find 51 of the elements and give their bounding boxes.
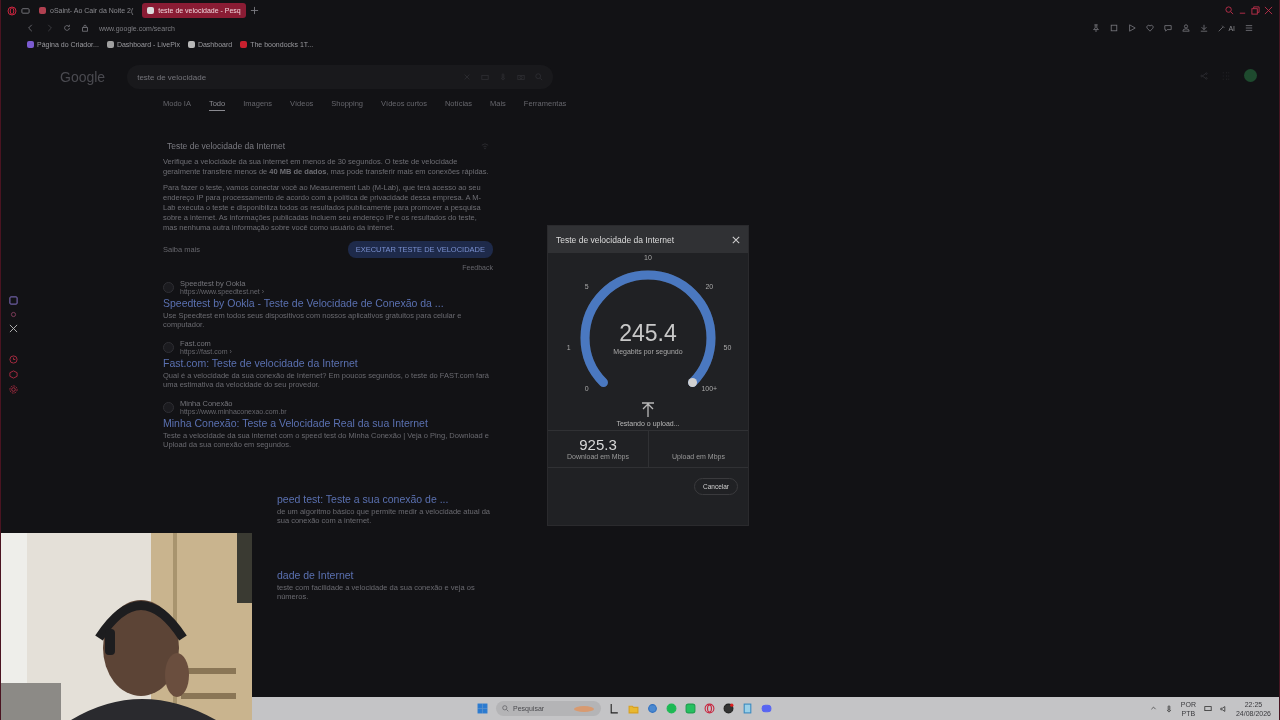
snapshot-icon[interactable] xyxy=(1110,24,1119,32)
microphone-icon[interactable] xyxy=(1164,704,1173,713)
upload-arrow-icon xyxy=(641,402,655,418)
result-title[interactable]: peed test: Teste a sua conexão de ... xyxy=(277,493,503,505)
heart-icon[interactable] xyxy=(1146,24,1155,32)
download-value: 925.3 xyxy=(579,436,617,453)
caret-icon[interactable] xyxy=(1149,705,1157,712)
wand-icon xyxy=(1218,24,1226,32)
person-icon[interactable] xyxy=(1182,24,1191,32)
result-title[interactable]: Fast.com: Teste de velocidade da Internet xyxy=(163,357,503,369)
notes-icon[interactable] xyxy=(742,703,753,714)
monitor-icon[interactable] xyxy=(1203,704,1212,713)
avatar[interactable] xyxy=(1244,69,1257,82)
menu-icon[interactable] xyxy=(1245,24,1253,32)
search-icon[interactable] xyxy=(1225,6,1234,15)
back-icon[interactable] xyxy=(27,24,35,32)
discord-icon[interactable] xyxy=(761,703,772,714)
clock-icon[interactable] xyxy=(8,355,18,364)
windows-start-icon[interactable] xyxy=(477,703,488,714)
close-icon[interactable] xyxy=(1264,6,1273,15)
whatsapp-icon[interactable] xyxy=(685,703,696,714)
app-icon[interactable] xyxy=(609,703,620,714)
result-title[interactable]: dade de Internet xyxy=(277,569,503,581)
card-title: Teste de velocidade da Internet xyxy=(167,141,286,151)
speaker-icon[interactable] xyxy=(1219,704,1228,713)
site-icon xyxy=(163,341,174,353)
gauge-knob[interactable] xyxy=(688,378,698,388)
speed-value: 245.4 xyxy=(619,320,677,347)
google-logo: Google xyxy=(60,69,106,85)
site-icon xyxy=(163,401,174,413)
result-title[interactable]: Minha Conexão: Teste a Velocidade Real da sua Internet xyxy=(163,417,503,429)
lock-icon xyxy=(81,24,89,32)
close-button[interactable] xyxy=(732,235,740,244)
result-title[interactable]: Speedtest by Ookla - Teste de Velocidade de Conexão da ... xyxy=(163,297,503,309)
spotify-icon[interactable] xyxy=(666,703,677,714)
x-logo-icon[interactable] xyxy=(8,324,18,333)
browser-logo-icon[interactable] xyxy=(7,5,17,16)
play-icon[interactable] xyxy=(1128,24,1137,32)
pin-icon[interactable] xyxy=(1092,24,1101,32)
dialog-title: Teste de velocidade da Internet xyxy=(556,234,675,245)
chat-bubble-icon[interactable] xyxy=(1164,24,1173,32)
gear-icon[interactable] xyxy=(8,385,18,394)
app-icon[interactable] xyxy=(723,703,734,714)
site-icon xyxy=(163,281,174,293)
reload-icon[interactable] xyxy=(63,24,71,32)
folder-icon[interactable] xyxy=(628,703,639,714)
browser-logo-icon[interactable] xyxy=(704,703,715,714)
search-icon xyxy=(502,705,509,712)
restore-icon[interactable] xyxy=(1251,6,1260,15)
download-icon[interactable] xyxy=(1200,24,1209,32)
new-tab-icon[interactable] xyxy=(249,6,259,15)
